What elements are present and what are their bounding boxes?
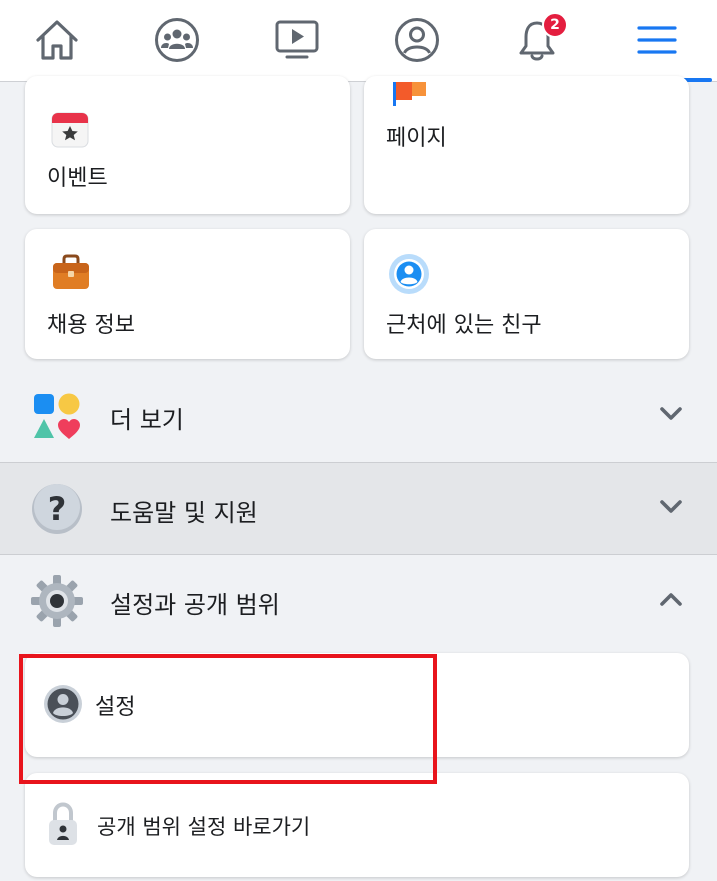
shortcut-jobs[interactable]: 채용 정보: [25, 229, 350, 359]
nav-notifications[interactable]: 2: [482, 0, 592, 80]
gear-icon: [31, 575, 83, 627]
lock-icon: [49, 802, 77, 845]
chevron-down-icon: [660, 407, 682, 420]
nav-groups[interactable]: [122, 0, 232, 80]
settings-privacy-section[interactable]: 설정과 공개 범위: [0, 555, 717, 647]
top-navigation: 2: [0, 0, 717, 82]
privacy-shortcuts-item[interactable]: 공개 범위 설정 바로가기: [25, 773, 689, 877]
briefcase-icon: [53, 254, 89, 289]
chevron-up-icon: [660, 593, 682, 606]
nav-home[interactable]: [2, 0, 112, 80]
shortcut-nearby-friends[interactable]: 근처에 있는 친구: [364, 229, 689, 359]
question-icon: ?: [32, 484, 82, 534]
nav-watch[interactable]: [242, 0, 352, 80]
settings-privacy-label: 설정과 공개 범위: [110, 591, 280, 619]
groups-icon: [155, 18, 199, 62]
chevron-down-icon: [660, 500, 682, 513]
notification-badge: 2: [542, 12, 568, 38]
settings-item[interactable]: 설정: [25, 653, 689, 757]
nav-profile[interactable]: [362, 0, 472, 80]
watch-icon: [275, 20, 319, 59]
profile-icon: [395, 18, 439, 62]
jobs-label: 채용 정보: [47, 313, 135, 338]
flag-icon: [393, 82, 426, 106]
menu-icon: [637, 26, 677, 54]
calendar-icon: [51, 112, 89, 148]
user-circle-icon: [44, 685, 82, 723]
help-support-label: 도움말 및 지원: [110, 499, 258, 527]
shortcut-pages[interactable]: 페이지: [364, 76, 689, 214]
see-more-label: 더 보기: [110, 406, 184, 434]
svg-text:?: ?: [48, 490, 67, 528]
see-more-section[interactable]: 더 보기: [0, 370, 717, 462]
privacy-shortcuts-label: 공개 범위 설정 바로가기: [97, 815, 311, 839]
help-support-section[interactable]: ? 도움말 및 지원: [0, 463, 717, 555]
events-label: 이벤트: [47, 166, 108, 191]
nav-menu[interactable]: [602, 0, 712, 82]
nearby-friends-label: 근처에 있는 친구: [386, 313, 542, 338]
shapes-icon: [34, 393, 80, 439]
pages-label: 페이지: [386, 126, 447, 151]
shortcut-events[interactable]: 이벤트: [25, 76, 350, 214]
nearby-friends-icon: [389, 254, 429, 294]
settings-label: 설정: [95, 695, 136, 720]
home-icon: [36, 20, 78, 60]
